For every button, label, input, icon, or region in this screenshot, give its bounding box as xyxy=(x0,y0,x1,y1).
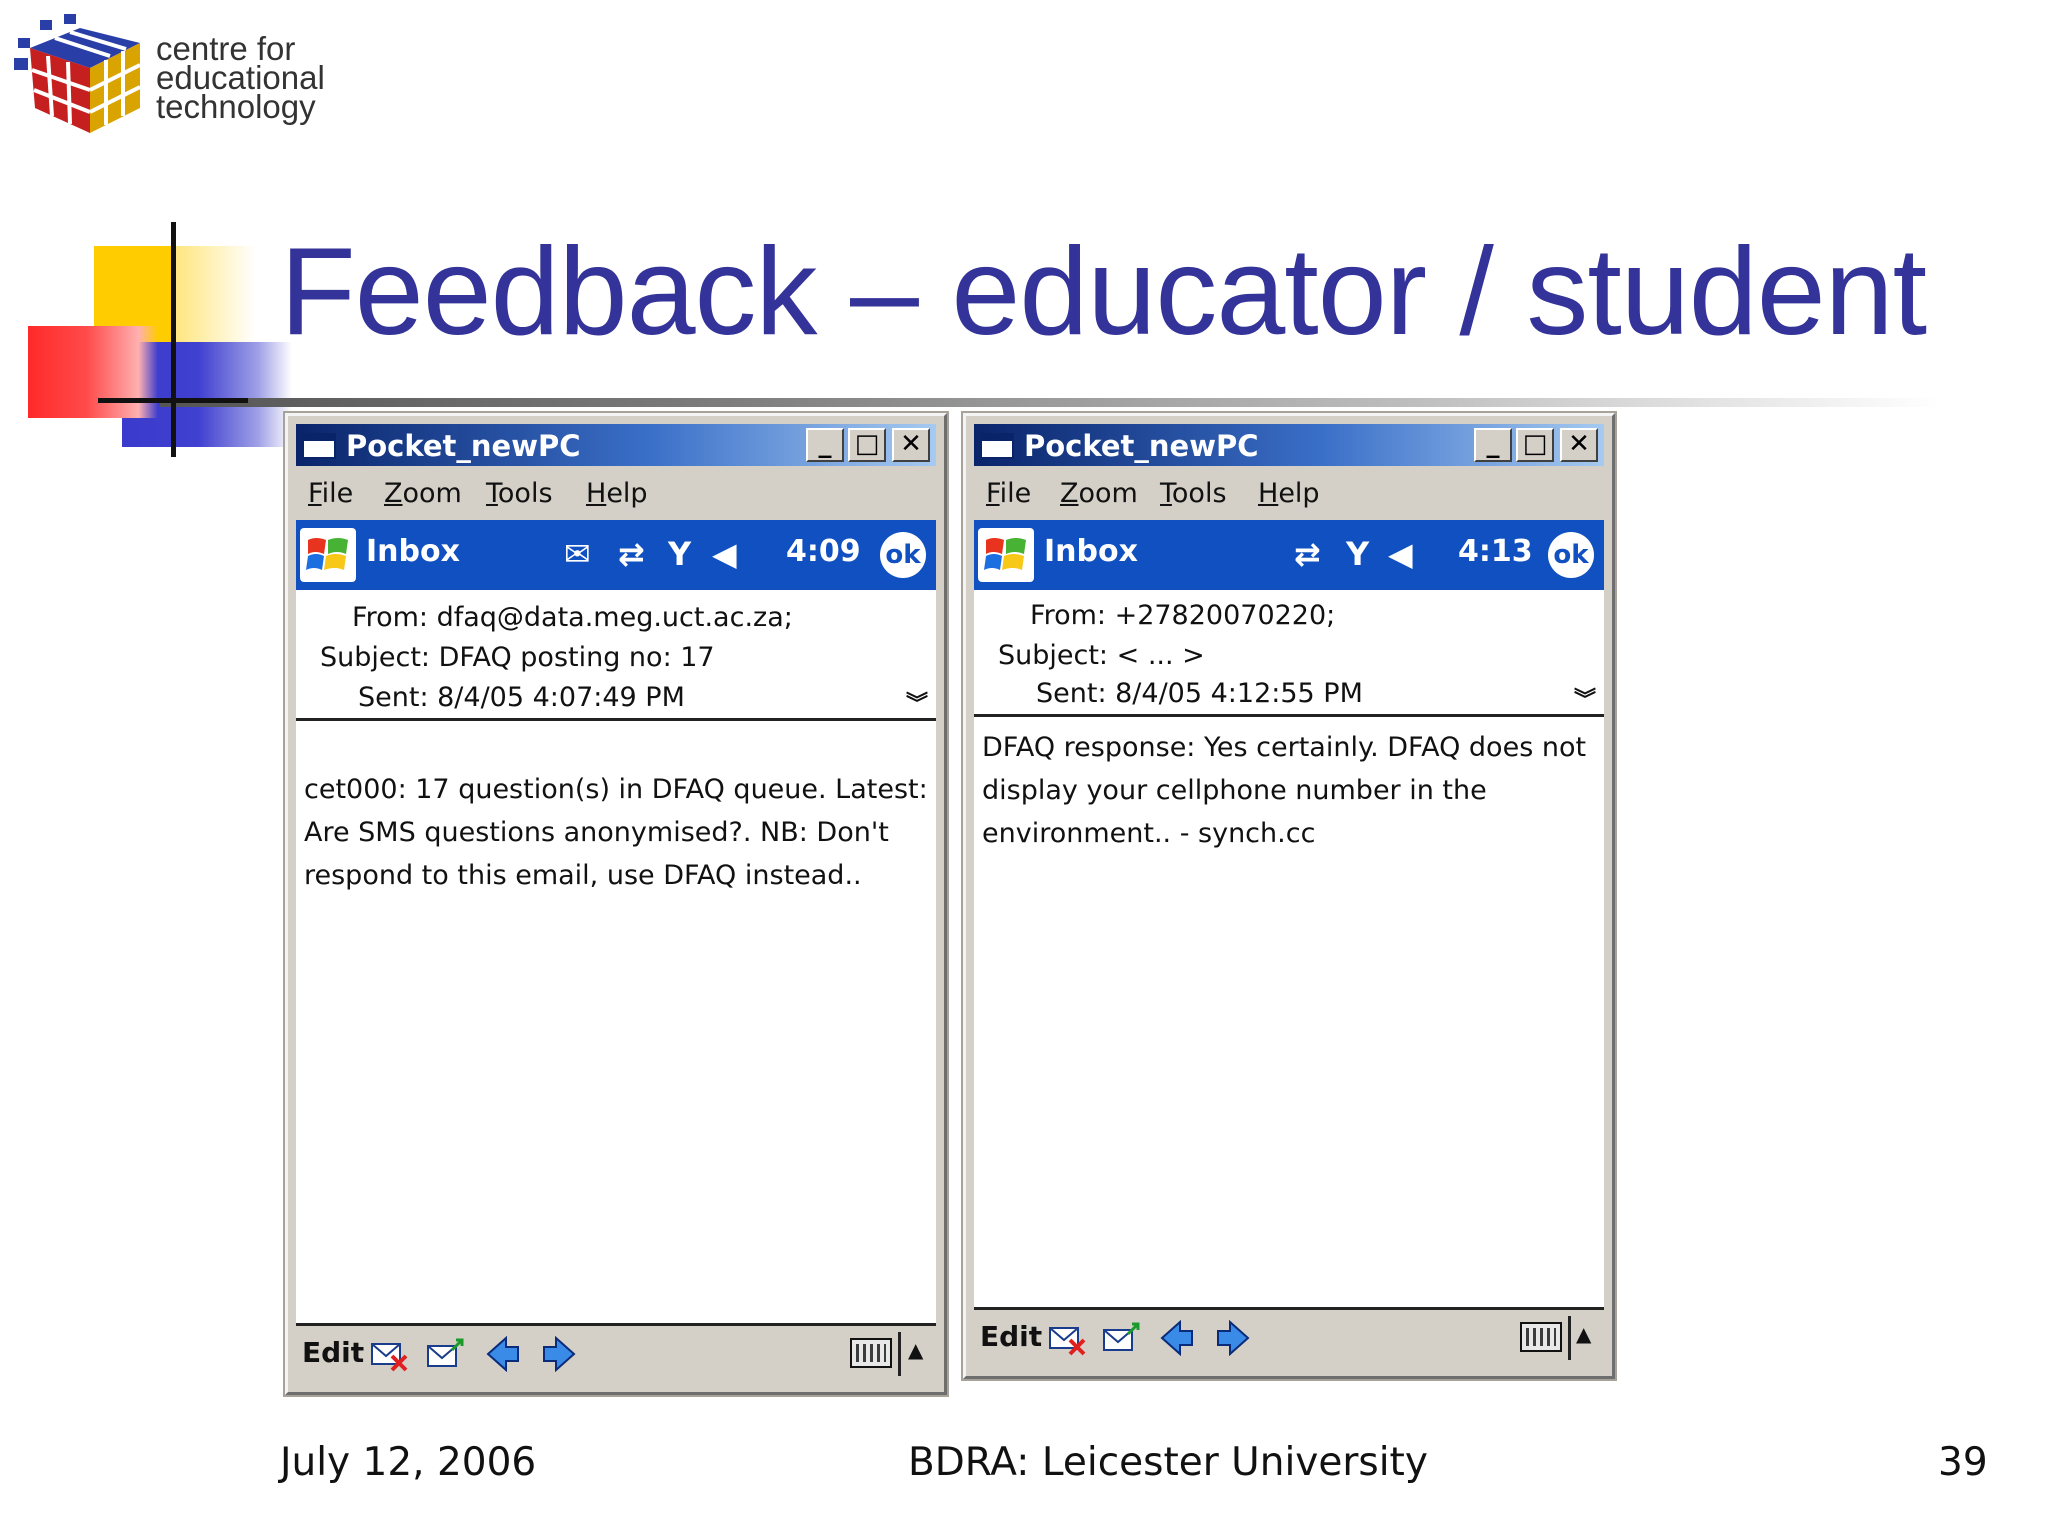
pocket-pc-window-student: Pocket_newPC _ □ ✕ File Zoom Tools Help … xyxy=(963,413,1615,1379)
menubar: File Zoom Tools Help xyxy=(296,472,936,516)
delete-mail-icon[interactable] xyxy=(370,1336,410,1372)
message-body: cet000: 17 question(s) in DFAQ queue. La… xyxy=(304,768,928,897)
chevron-double-down-icon[interactable]: ︾ xyxy=(906,686,928,718)
ok-button[interactable]: ok xyxy=(1548,532,1594,578)
sent-field: Sent: 8/4/05 4:12:55 PM xyxy=(1036,678,1363,709)
sync-arrows-icon[interactable]: ⇄ xyxy=(1294,534,1321,574)
clock-time[interactable]: 4:13 xyxy=(1458,534,1533,569)
menu-tools[interactable]: Tools xyxy=(1160,478,1227,509)
ok-button[interactable]: ok xyxy=(880,532,926,578)
speaker-icon[interactable]: ◀ xyxy=(1388,534,1413,574)
message-body: DFAQ response: Yes certainly. DFAQ does … xyxy=(982,726,1592,855)
message-header: From: dfaq@data.meg.uct.ac.za; Subject: … xyxy=(296,590,936,721)
deco-vertical-line xyxy=(171,222,176,457)
signal-icon[interactable]: Y xyxy=(668,534,691,574)
menu-help[interactable]: Help xyxy=(586,478,648,509)
arrow-left-icon[interactable] xyxy=(1158,1320,1198,1356)
slide-number: 39 xyxy=(1938,1440,1988,1485)
cet-logo: centre for educational technology xyxy=(10,8,350,138)
keyboard-icon[interactable] xyxy=(1520,1322,1562,1352)
edit-menu[interactable]: Edit xyxy=(980,1320,1042,1353)
slide-title: Feedback – educator / student xyxy=(280,223,1927,361)
from-field: From: +27820070220; xyxy=(1030,600,1336,631)
title-underline xyxy=(160,398,1940,407)
footer-center: BDRA: Leicester University xyxy=(908,1440,1428,1485)
pocket-pc-window-educator: Pocket_newPC _ □ ✕ File Zoom Tools Help … xyxy=(285,413,947,1395)
inbox-title: Inbox xyxy=(366,534,460,569)
speaker-icon[interactable]: ◀ xyxy=(712,534,737,574)
menu-help[interactable]: Help xyxy=(1258,478,1320,509)
minimize-icon[interactable]: _ xyxy=(806,428,844,462)
header-divider xyxy=(974,714,1604,717)
menubar: File Zoom Tools Help xyxy=(974,472,1604,516)
subject-field: Subject: DFAQ posting no: 17 xyxy=(320,642,715,673)
logo-line-3: technology xyxy=(156,88,316,125)
window-title: Pocket_newPC xyxy=(346,429,581,463)
body-line: display your cellphone number in the xyxy=(982,775,1487,806)
maximize-icon[interactable]: □ xyxy=(1516,428,1554,462)
arrow-right-icon[interactable] xyxy=(538,1336,578,1372)
maximize-icon[interactable]: □ xyxy=(848,428,886,462)
toolbar-separator xyxy=(1568,1316,1571,1360)
minimize-icon[interactable]: _ xyxy=(1474,428,1512,462)
signal-icon[interactable]: Y xyxy=(1346,534,1369,574)
device-screen: Inbox ⇄ Y ◀ 4:13 ok From: +27820070220; … xyxy=(974,520,1604,1308)
keyboard-icon[interactable] xyxy=(850,1338,892,1368)
sent-field: Sent: 8/4/05 4:07:49 PM xyxy=(358,682,685,713)
menu-tools[interactable]: Tools xyxy=(486,478,553,509)
window-icon xyxy=(302,433,336,459)
reply-mail-icon[interactable] xyxy=(426,1336,466,1372)
cube-logo-icon xyxy=(14,14,141,133)
body-line: environment.. - synch.cc xyxy=(982,818,1316,849)
clock-time[interactable]: 4:09 xyxy=(786,534,861,569)
footer-date: July 12, 2006 xyxy=(280,1440,537,1485)
edit-menu[interactable]: Edit xyxy=(302,1336,364,1369)
windows-start-icon[interactable] xyxy=(300,528,356,582)
window-titlebar[interactable]: Pocket_newPC _ □ ✕ xyxy=(296,424,936,466)
menu-zoom[interactable]: Zoom xyxy=(1060,478,1138,509)
inbox-title: Inbox xyxy=(1044,534,1138,569)
sync-arrows-icon[interactable]: ⇄ xyxy=(618,534,645,574)
close-icon[interactable]: ✕ xyxy=(892,428,930,462)
window-titlebar[interactable]: Pocket_newPC _ □ ✕ xyxy=(974,424,1604,466)
body-line: cet000: 17 question(s) in DFAQ queue. La… xyxy=(304,774,928,805)
body-line: Are SMS questions anonymised?. NB: Don't xyxy=(304,817,889,848)
reply-mail-icon[interactable] xyxy=(1102,1320,1142,1356)
delete-mail-icon[interactable] xyxy=(1048,1320,1088,1356)
arrow-left-icon[interactable] xyxy=(484,1336,524,1372)
window-title: Pocket_newPC xyxy=(1024,429,1259,463)
input-menu-arrow-icon[interactable]: ▲ xyxy=(1576,1322,1591,1346)
header-divider xyxy=(296,718,936,721)
arrow-right-icon[interactable] xyxy=(1212,1320,1252,1356)
toolbar-separator xyxy=(898,1332,901,1376)
deco-horizontal-line xyxy=(98,398,248,403)
envelope-icon[interactable]: ✉ xyxy=(564,534,591,574)
windows-start-icon[interactable] xyxy=(978,528,1034,582)
menu-file[interactable]: File xyxy=(986,478,1031,509)
message-header: From: +27820070220; Subject: < ... > Sen… xyxy=(974,590,1604,720)
window-icon xyxy=(980,433,1014,459)
menu-zoom[interactable]: Zoom xyxy=(384,478,462,509)
chevron-double-down-icon[interactable]: ︾ xyxy=(1574,682,1596,714)
bottom-toolbar: Edit ▲ xyxy=(974,1307,1604,1366)
logo-wordmark: centre for educational technology xyxy=(156,32,325,125)
input-menu-arrow-icon[interactable]: ▲ xyxy=(908,1338,923,1362)
subject-field: Subject: < ... > xyxy=(998,640,1205,671)
deco-yellow-fade xyxy=(176,246,256,342)
body-line: DFAQ response: Yes certainly. DFAQ does … xyxy=(982,732,1587,763)
navigation-bar: Inbox ⇄ Y ◀ 4:13 ok xyxy=(974,520,1604,590)
bottom-toolbar: Edit ▲ xyxy=(296,1323,936,1382)
navigation-bar: Inbox ✉ ⇄ Y ◀ 4:09 ok xyxy=(296,520,936,590)
from-field: From: dfaq@data.meg.uct.ac.za; xyxy=(352,602,793,633)
menu-file[interactable]: File xyxy=(308,478,353,509)
device-screen: Inbox ✉ ⇄ Y ◀ 4:09 ok From: dfaq@data.me… xyxy=(296,520,936,1324)
body-line: respond to this email, use DFAQ instead.… xyxy=(304,860,862,891)
close-icon[interactable]: ✕ xyxy=(1560,428,1598,462)
deco-red-square xyxy=(28,326,158,418)
